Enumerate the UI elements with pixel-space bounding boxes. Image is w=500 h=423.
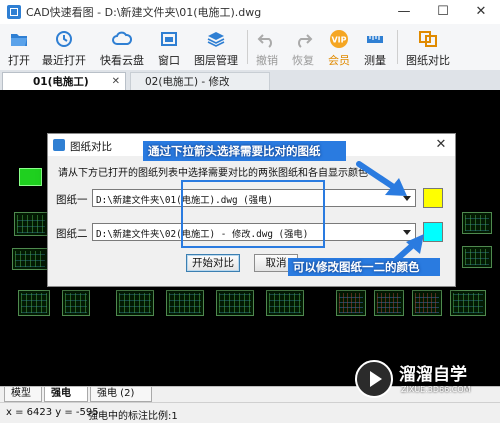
window-icon bbox=[161, 32, 177, 46]
cloud-drive-button[interactable]: 快看云盘 bbox=[96, 26, 148, 68]
drawing-thumbnail bbox=[116, 290, 154, 316]
compare-drawings-icon bbox=[419, 31, 437, 47]
doc-tab-label: 01(电施工) bbox=[33, 76, 89, 88]
compare-drawings-label: 图纸对比 bbox=[406, 54, 450, 67]
annotation-color-tip: 可以修改图纸一二的颜色 bbox=[293, 260, 420, 274]
close-tab-icon[interactable]: ✕ bbox=[112, 73, 120, 91]
annotation-dropdown-tip: 通过下拉箭头选择需要比对的图纸 bbox=[148, 144, 321, 158]
close-window-button[interactable]: ✕ bbox=[462, 0, 500, 24]
vip-label: 会员 bbox=[328, 54, 350, 67]
compare-drawings-button[interactable]: 图纸对比 bbox=[402, 26, 454, 68]
redo-icon bbox=[298, 34, 313, 48]
drawing-thumbnail bbox=[412, 290, 442, 316]
drawing-thumbnail bbox=[374, 290, 404, 316]
drawing-thumbnail bbox=[62, 290, 90, 316]
layer-manager-button[interactable]: 图层管理 bbox=[190, 26, 242, 68]
minimize-button[interactable]: — bbox=[385, 0, 423, 24]
document-tab-strip: 01(电施工) ✕ 02(电施工) - 修改 bbox=[0, 70, 500, 91]
redo-button[interactable]: 恢复 bbox=[286, 26, 320, 68]
drawing-thumbnail bbox=[14, 212, 48, 236]
drawing-thumbnail bbox=[12, 248, 48, 270]
dialog-close-icon[interactable]: ✕ bbox=[430, 136, 452, 154]
recent-clock-icon bbox=[56, 31, 72, 47]
drawing-thumbnail bbox=[462, 246, 492, 268]
undo-icon bbox=[257, 34, 272, 48]
window-label: 窗口 bbox=[158, 54, 180, 67]
watermark: 溜溜自学 ZIXUE.3D66.COM bbox=[355, 356, 500, 406]
doc-tab-label: 02(电施工) - 修改 bbox=[145, 76, 230, 88]
drawing-thumbnail bbox=[336, 290, 366, 316]
drawing-thumbnail bbox=[216, 290, 254, 316]
toolbar-divider bbox=[397, 30, 398, 64]
title-bar: CAD快速看图 - D:\新建文件夹\01(电施工).dwg — ☐ ✕ bbox=[0, 0, 500, 25]
drawing-one-label: 图纸一 bbox=[56, 194, 88, 206]
play-logo-icon bbox=[355, 360, 393, 398]
vip-button[interactable]: VIP 会员 bbox=[322, 26, 356, 68]
drawing-one-color-swatch[interactable] bbox=[423, 188, 443, 208]
ruler-icon bbox=[367, 36, 383, 43]
layers-icon bbox=[207, 32, 225, 47]
cloud-icon bbox=[112, 31, 132, 45]
measure-label: 测量 bbox=[364, 54, 386, 67]
layout-tab-model[interactable]: 模型 bbox=[4, 387, 42, 402]
svg-text:VIP: VIP bbox=[331, 36, 346, 45]
arrow-icon bbox=[356, 161, 407, 196]
drawing-thumbnail bbox=[450, 290, 486, 316]
dialog-title: 图纸对比 bbox=[70, 141, 112, 153]
open-label: 打开 bbox=[8, 54, 30, 67]
recent-open-label: 最近打开 bbox=[42, 54, 86, 67]
layer-manager-label: 图层管理 bbox=[194, 54, 238, 67]
drawing-two-label: 图纸二 bbox=[56, 228, 88, 240]
layout-tab-strong-current[interactable]: 强电 bbox=[44, 387, 88, 402]
toolbar-divider bbox=[247, 30, 248, 64]
doc-tab-01[interactable]: 01(电施工) ✕ bbox=[2, 72, 126, 90]
window-button[interactable]: 窗口 bbox=[152, 26, 186, 68]
highlight-box bbox=[181, 180, 325, 248]
watermark-brand: 溜溜自学 bbox=[399, 365, 467, 385]
annotation-scale-text: 强电中的标注比例:1 bbox=[88, 411, 178, 422]
drawing-thumbnail bbox=[19, 168, 42, 186]
folder-open-icon bbox=[11, 34, 27, 46]
coordinate-readout: x = 6423 y = -595 bbox=[6, 407, 99, 418]
recent-open-button[interactable]: 最近打开 bbox=[38, 26, 90, 68]
layout-tab-strong-current-2[interactable]: 强电 (2) bbox=[90, 387, 152, 402]
open-button[interactable]: 打开 bbox=[2, 26, 36, 68]
redo-label: 恢复 bbox=[292, 54, 314, 67]
compare-app-icon bbox=[53, 139, 65, 151]
start-compare-button[interactable]: 开始对比 bbox=[186, 254, 240, 272]
toolbar: 打开 最近打开 快看云盘 窗口 图层管理 撤销 恢复 VIP 会员 测量 图纸对… bbox=[0, 24, 500, 71]
measure-button[interactable]: 测量 bbox=[358, 26, 392, 68]
drawing-thumbnail bbox=[166, 290, 204, 316]
vip-badge-icon: VIP bbox=[330, 30, 348, 48]
doc-tab-02[interactable]: 02(电施工) - 修改 bbox=[130, 72, 270, 90]
app-logo-icon bbox=[7, 5, 21, 19]
watermark-url: ZIXUE.3D66.COM bbox=[401, 385, 471, 394]
drawing-thumbnail bbox=[266, 290, 304, 316]
cloud-drive-label: 快看云盘 bbox=[100, 54, 144, 67]
maximize-button[interactable]: ☐ bbox=[424, 0, 462, 24]
undo-label: 撤销 bbox=[256, 54, 278, 67]
dialog-instruction: 请从下方已打开的图纸列表中选择需要对比的两张图纸和各自显示颜色 bbox=[58, 168, 368, 179]
undo-button[interactable]: 撤销 bbox=[250, 26, 284, 68]
drawing-thumbnail bbox=[462, 212, 492, 234]
drawing-thumbnail bbox=[18, 290, 50, 316]
window-title: CAD快速看图 - D:\新建文件夹\01(电施工).dwg bbox=[26, 6, 262, 19]
